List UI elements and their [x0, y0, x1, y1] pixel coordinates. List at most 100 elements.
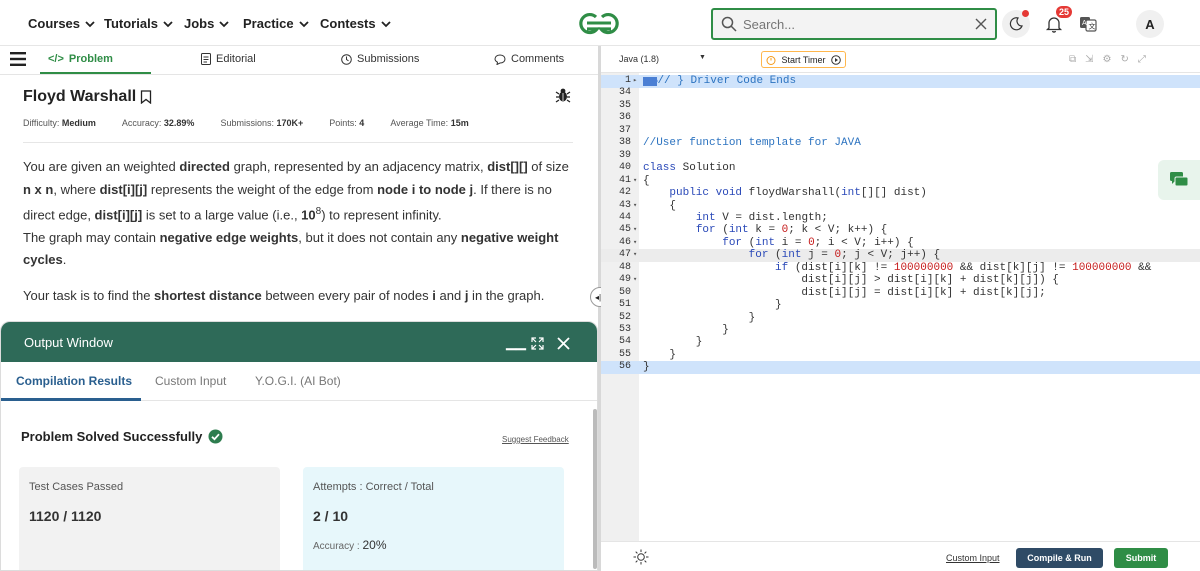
code-line[interactable]: 38 //User function template for JAVA — [601, 137, 1200, 150]
code-line[interactable]: 37 — [601, 125, 1200, 138]
code-line[interactable]: 43 ▾ { — [601, 200, 1200, 213]
line-number: 38 — [618, 137, 631, 149]
fold-toggle-icon[interactable]: ▾ — [633, 237, 637, 250]
sun-icon[interactable] — [633, 549, 649, 565]
code-line[interactable]: 39 — [601, 150, 1200, 163]
nav-jobs[interactable]: Jobs — [184, 16, 229, 31]
close-icon[interactable] — [557, 337, 570, 350]
copy-icon[interactable]: ⧉ — [1069, 54, 1076, 65]
fullscreen-icon[interactable]: ⤢ — [1138, 54, 1146, 65]
chevron-down-icon — [219, 20, 229, 27]
fold-toggle-icon[interactable]: ▾ — [633, 274, 637, 287]
result-status-text: Problem Solved Successfully — [21, 429, 203, 444]
code-editor[interactable]: 1 ▸ ▭▭▭// } Driver Code Ends 34 35 36 37 38 //Us… — [601, 73, 1200, 541]
notifications-button[interactable]: 25 — [1040, 6, 1072, 38]
code-text: for (int j = 0; j < V; j++) { — [748, 249, 941, 262]
attempt-accuracy: Accuracy : 20% — [313, 538, 387, 552]
report-bug-icon[interactable] — [555, 87, 571, 103]
code-line[interactable]: 46 ▾ for (int i = 0; i < V; i++) { — [601, 237, 1200, 250]
expand-icon[interactable] — [531, 337, 544, 350]
timer-icon — [766, 55, 776, 65]
code-line[interactable]: 52 } — [601, 312, 1200, 325]
tab-editorial[interactable]: Editorial — [201, 53, 256, 65]
nav-tutorials[interactable]: Tutorials — [104, 16, 173, 31]
settings-icon[interactable]: ⚙ — [1103, 54, 1112, 65]
code-line[interactable]: 53 } — [601, 324, 1200, 337]
code-icon: </> — [48, 53, 64, 65]
line-number: 49 — [618, 274, 631, 286]
active-tab-indicator — [1, 398, 141, 401]
code-line[interactable]: 47 ▾ for (int j = 0; j < V; j++) { — [601, 249, 1200, 262]
output-window: Output Window ▁▁ Compilation Results Cus… — [0, 321, 598, 571]
nav-courses-label: Courses — [28, 16, 81, 31]
menu-icon[interactable] — [10, 52, 26, 66]
code-line[interactable]: 45 ▾ for (int k = 0; k < V; k++) { — [601, 224, 1200, 237]
caret-down-icon: ▼ — [699, 54, 706, 61]
tab-comments[interactable]: Comments — [494, 53, 564, 65]
code-line[interactable]: 42 public void floydWarshall(int[][] dis… — [601, 187, 1200, 200]
tab-yogi-ai-bot[interactable]: Y.O.G.I. (AI Bot) — [255, 374, 341, 388]
code-line[interactable]: 34 — [601, 87, 1200, 100]
editor-toolbar: Java (1.8) ▼ Start Timer ⧉ ⇲ ⚙ ↻ ⤢ — [601, 46, 1200, 73]
submit-button[interactable]: Submit — [1114, 548, 1168, 568]
line-number: 43 — [618, 199, 631, 211]
import-icon[interactable]: ⇲ — [1085, 54, 1093, 65]
fold-toggle-icon[interactable]: ▾ — [633, 224, 637, 237]
start-timer-button[interactable]: Start Timer — [761, 51, 846, 68]
tab-compilation-results[interactable]: Compilation Results — [16, 374, 132, 388]
code-line[interactable]: 44 int V = dist.length; — [601, 212, 1200, 225]
editor-panel: Java (1.8) ▼ Start Timer ⧉ ⇲ ⚙ ↻ ⤢ 1 ▸ ▭▭▭… — [601, 46, 1200, 571]
nav-contests[interactable]: Contests — [320, 16, 391, 31]
code-line[interactable]: 49 ▾ dist[i][j] > dist[i][k] + dist[k][j]… — [601, 274, 1200, 287]
search-input[interactable] — [743, 16, 963, 32]
translate-icon: A文 — [1080, 17, 1097, 32]
code-line[interactable]: 55 } — [601, 349, 1200, 362]
code-line[interactable]: 41 ▾ { — [601, 175, 1200, 188]
theme-toggle-button[interactable] — [1002, 10, 1030, 38]
nav-courses[interactable]: Courses — [28, 16, 95, 31]
output-tabs: Compilation Results Custom Input Y.O.G.I… — [1, 362, 597, 401]
chat-button[interactable] — [1158, 160, 1200, 200]
gfg-logo-icon[interactable] — [574, 9, 624, 37]
fold-toggle-icon[interactable]: ▾ — [633, 200, 637, 213]
minimize-icon[interactable]: ▁▁ — [506, 335, 526, 351]
code-text: } — [643, 348, 677, 361]
suggest-feedback-link[interactable]: Suggest Feedback — [502, 435, 569, 444]
nav-practice-label: Practice — [243, 16, 294, 31]
fold-toggle-icon[interactable]: ▾ — [633, 249, 637, 262]
search-box[interactable] — [711, 8, 997, 40]
tab-problem[interactable]: </> Problem — [48, 53, 113, 65]
line-number: 51 — [618, 299, 631, 311]
code-line[interactable]: 1 ▸ ▭▭▭// } Driver Code Ends — [601, 75, 1200, 88]
translate-button[interactable]: A文 — [1074, 10, 1102, 38]
code-text: class Solution — [643, 162, 736, 175]
code-line[interactable]: 35 — [601, 100, 1200, 113]
compile-run-button[interactable]: Compile & Run — [1016, 548, 1103, 568]
nav-jobs-label: Jobs — [184, 16, 215, 31]
tab-submissions[interactable]: Submissions — [341, 53, 419, 65]
output-window-header: Output Window ▁▁ — [1, 322, 597, 362]
code-line[interactable]: 51 } — [601, 299, 1200, 312]
close-icon[interactable] — [973, 16, 989, 32]
language-select[interactable]: Java (1.8) ▼ — [619, 54, 706, 64]
line-number: 40 — [618, 162, 631, 174]
code-line[interactable]: 56} — [601, 361, 1200, 374]
code-text: //User function template for JAVA — [643, 137, 861, 150]
nav-practice[interactable]: Practice — [243, 16, 309, 31]
code-line[interactable]: 48 if (dist[i][k] != 100000000 && dist[k… — [601, 262, 1200, 275]
moon-icon — [1009, 17, 1023, 31]
bookmark-icon[interactable] — [140, 90, 152, 104]
code-line[interactable]: 50 dist[i][j] = dist[i][k] + dist[k][j]; — [601, 287, 1200, 300]
code-line[interactable]: 54 } — [601, 336, 1200, 349]
code-line[interactable]: 36 — [601, 112, 1200, 125]
reset-icon[interactable]: ↻ — [1121, 54, 1129, 65]
custom-input-link[interactable]: Custom Input — [946, 553, 1000, 563]
fold-toggle-icon[interactable]: ▾ — [633, 175, 637, 188]
line-number: 44 — [618, 211, 631, 223]
fold-toggle-icon[interactable]: ▸ — [633, 75, 637, 88]
user-avatar[interactable]: A — [1136, 10, 1164, 38]
output-scrollbar[interactable] — [593, 409, 597, 569]
tab-custom-input[interactable]: Custom Input — [155, 374, 226, 388]
document-icon — [201, 53, 211, 65]
code-line[interactable]: 40 class Solution — [601, 162, 1200, 175]
